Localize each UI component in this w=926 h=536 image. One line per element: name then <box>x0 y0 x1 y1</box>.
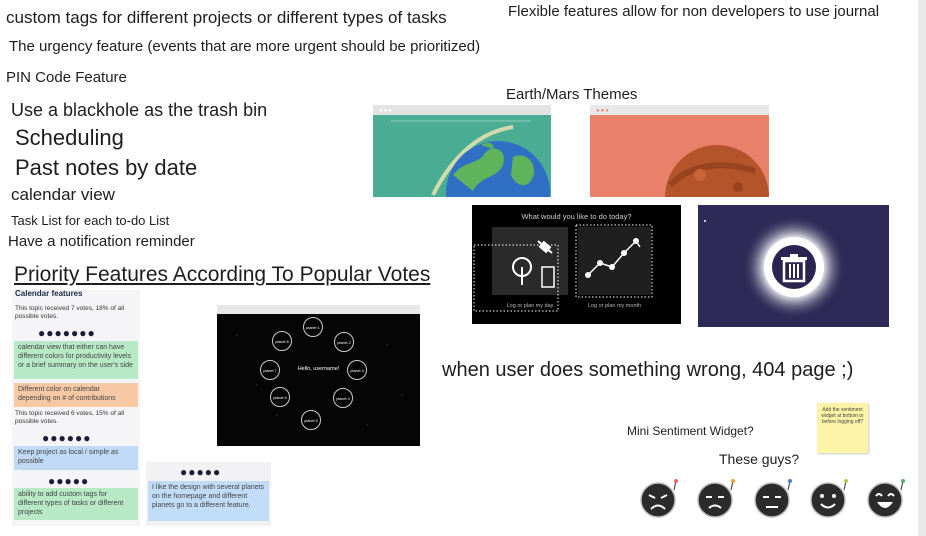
month-option[interactable] <box>578 227 651 295</box>
sticky-sentiment-placement: Add the sentiment widget at bottom or be… <box>817 403 868 453</box>
note-404-page: when user does something wrong, 404 page… <box>442 359 854 381</box>
day-caption: Log or plan my day <box>506 303 554 309</box>
note-urgency: The urgency feature (events that are mor… <box>9 38 481 55</box>
planet-3-button[interactable]: planet 3 <box>347 360 367 380</box>
note-flexible-features: Flexible features allow for non develope… <box>508 3 880 20</box>
sticky-color-contributions: Different color on calendar depending on… <box>14 383 138 407</box>
note-these-guys: These guys? <box>719 451 800 467</box>
blackhole-illustration <box>704 215 846 319</box>
sticky-keep-local: Keep project as local / simple as possib… <box>14 446 138 470</box>
day-option[interactable] <box>492 227 568 295</box>
survey-title: Calendar features <box>15 289 83 298</box>
planet-5-button[interactable]: planet 5 <box>301 410 321 430</box>
sticky-custom-tags: ability to add custom tags for different… <box>14 488 138 520</box>
happy-face-icon[interactable] <box>808 478 848 518</box>
planet-6-button[interactable]: planet 6 <box>270 387 290 407</box>
very-sad-face-icon[interactable] <box>638 478 678 518</box>
note-calendar-view: calendar view <box>11 185 115 204</box>
planet-1-button[interactable]: planet 1 <box>303 317 323 337</box>
priority-heading: Priority Features According To Popular V… <box>14 263 431 286</box>
note-past-notes: Past notes by date <box>15 155 198 180</box>
right-edge-scrollbar[interactable] <box>918 0 926 536</box>
note-pin-code: PIN Code Feature <box>6 69 127 86</box>
trash-icon <box>781 254 807 283</box>
planet-2-button[interactable]: planet 2 <box>334 332 354 352</box>
planets-homepage-mockup: Hello, username! planet 1 planet 2 plane… <box>217 305 420 446</box>
sad-face-icon[interactable] <box>695 478 735 518</box>
sticky-calendar-colors: calendar view that either can have diffe… <box>14 341 138 379</box>
very-happy-face-icon[interactable] <box>865 478 905 518</box>
planet-4-button[interactable]: planet 4 <box>333 388 353 408</box>
topic-2-summary: This topic received 6 votes, 15% of all … <box>15 410 125 425</box>
constellation-icon <box>585 238 641 278</box>
greeting: Hello, username! <box>297 366 340 372</box>
vote-dots-5a: ●●●●● <box>48 474 90 488</box>
earth-illustration <box>391 120 550 197</box>
topic-1-summary: This topic received 7 votes, 18% of all … <box>15 305 125 320</box>
mars-theme-card: ●●● <box>590 105 769 197</box>
vote-dots-5b: ●●●●● <box>180 465 222 479</box>
planet-8-button[interactable]: planet 8 <box>272 331 292 351</box>
mars-illustration <box>665 145 769 197</box>
earth-theme-card: ●●● <box>373 105 551 197</box>
blackhole-trash-mockup <box>698 205 889 327</box>
satellite-icon <box>512 240 555 288</box>
vote-dots-7: ●●●●●●● <box>38 326 96 340</box>
todo-mockup: What would you like to do today? Log or … <box>472 205 681 324</box>
neutral-face-icon[interactable] <box>752 478 792 518</box>
note-scheduling: Scheduling <box>15 125 124 150</box>
note-custom-tags: custom tags for different projects or di… <box>6 8 447 27</box>
note-notification: Have a notification reminder <box>8 233 195 250</box>
note-sentiment-widget: Mini Sentiment Widget? <box>627 424 754 438</box>
month-caption: Log or plan my month <box>587 303 642 309</box>
note-task-list: Task List for each to-do List <box>11 213 170 228</box>
sticky-planet-design: I like the design with several planets o… <box>148 481 269 521</box>
todo-question: What would you like to do today? <box>521 212 632 221</box>
note-blackhole: Use a blackhole as the trash bin <box>11 100 268 120</box>
vote-dots-6: ●●●●●● <box>42 431 92 445</box>
planet-7-button[interactable]: planet 7 <box>260 360 280 380</box>
themes-title: Earth/Mars Themes <box>506 86 638 103</box>
